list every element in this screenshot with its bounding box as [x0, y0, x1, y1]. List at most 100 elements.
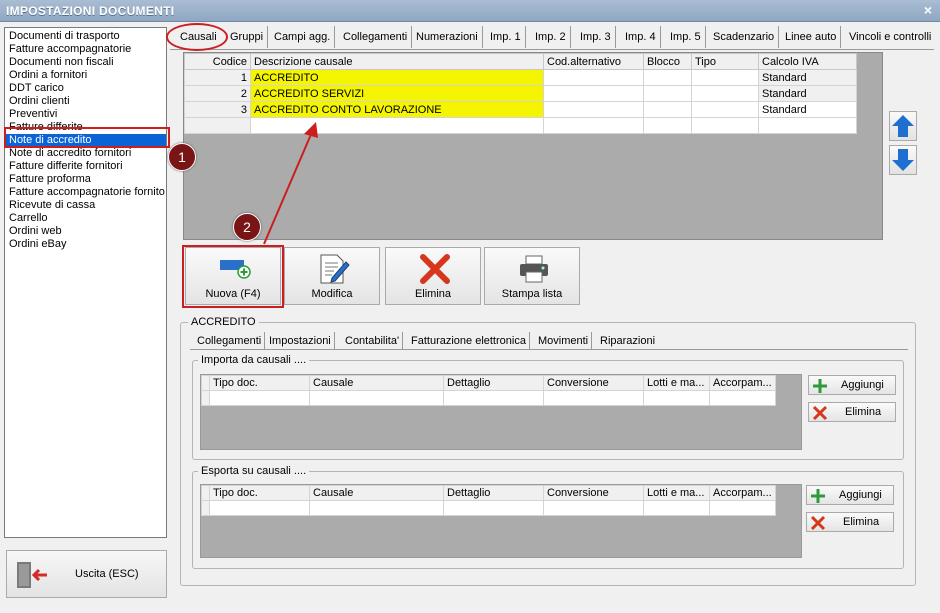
plus-icon — [813, 379, 827, 393]
cell — [543, 85, 644, 102]
cell — [643, 101, 692, 118]
col-header[interactable]: Cod.alternativo — [543, 53, 644, 70]
col-header[interactable]: Accorpam... — [709, 375, 776, 391]
export-grid[interactable]: Tipo doc. Causale Dettaglio Conversione … — [200, 484, 802, 558]
table-row[interactable]: 3 ACCREDITO CONTO LAVORAZIONE Standard — [184, 101, 857, 118]
edit-button-label: Modifica — [311, 288, 353, 300]
list-item[interactable]: Ordini eBay — [5, 238, 166, 251]
col-header[interactable]: Conversione — [543, 375, 644, 391]
import-add-button[interactable]: Aggiungi — [808, 375, 896, 395]
cell — [643, 117, 692, 134]
subtab-riparazioni[interactable]: Riparazioni — [597, 332, 658, 350]
list-item[interactable]: Fatture proforma — [5, 173, 166, 186]
main-tabs: Causali Gruppi Campi agg. Collegamenti N… — [170, 26, 934, 50]
list-item[interactable]: Preventivi — [5, 108, 166, 121]
step-1-badge: 1 — [168, 143, 196, 171]
list-item[interactable]: Fatture accompagnatorie fornito — [5, 186, 166, 199]
col-header[interactable]: Dettaglio — [443, 485, 544, 501]
tab-gruppi[interactable]: Gruppi — [226, 26, 269, 48]
list-item[interactable]: Ricevute di cassa — [5, 199, 166, 212]
selection-annotation-box — [4, 127, 170, 148]
subtab-movimenti[interactable]: Movimenti — [535, 332, 593, 350]
close-icon[interactable]: × — [924, 2, 932, 18]
tab-imp-2[interactable]: Imp. 2 — [531, 26, 571, 48]
tab-imp-1[interactable]: Imp. 1 — [486, 26, 526, 48]
grid-header-row: Tipo doc. Causale Dettaglio Conversione … — [201, 375, 776, 391]
table-row[interactable]: 2 ACCREDITO SERVIZI Standard — [184, 85, 857, 102]
import-remove-label: Elimina — [845, 406, 882, 418]
tab-campi-agg[interactable]: Campi agg. — [270, 26, 336, 48]
list-item[interactable]: Documenti di trasporto — [5, 30, 166, 43]
document-type-list[interactable]: Documenti di trasporto Fatture accompagn… — [4, 27, 167, 538]
list-item[interactable]: Fatture differite fornitori — [5, 160, 166, 173]
tab-imp-5[interactable]: Imp. 5 — [666, 26, 706, 48]
cell — [643, 69, 692, 86]
list-item[interactable]: Documenti non fiscali — [5, 56, 166, 69]
cell: Standard — [758, 69, 857, 86]
cell — [758, 117, 857, 134]
col-header[interactable]: Causale — [309, 375, 444, 391]
delete-x-icon — [812, 405, 828, 421]
col-header[interactable]: Codice — [184, 53, 251, 70]
col-header[interactable]: Dettaglio — [443, 375, 544, 391]
list-item[interactable]: Note di accredito fornitori — [5, 147, 166, 160]
tab-numerazioni[interactable]: Numerazioni — [412, 26, 483, 48]
plus-icon — [811, 489, 825, 503]
subtab-impostazioni[interactable]: Impostazioni — [266, 332, 335, 350]
col-header[interactable]: Calcolo IVA — [758, 53, 857, 70]
tab-vincoli-controlli[interactable]: Vincoli e controlli — [845, 26, 935, 48]
table-row[interactable]: 1 ACCREDITO Standard — [184, 69, 857, 86]
col-header[interactable]: Lotti e ma... — [643, 375, 710, 391]
print-list-button[interactable]: Stampa lista — [484, 247, 580, 305]
export-remove-button[interactable]: Elimina — [806, 512, 894, 532]
subtab-contabilita[interactable]: Contabilita' — [342, 332, 404, 350]
col-header[interactable]: Conversione — [543, 485, 644, 501]
export-add-label: Aggiungi — [839, 489, 882, 501]
tab-scadenzario[interactable]: Scadenzario — [709, 26, 780, 48]
table-row-new[interactable] — [184, 117, 857, 134]
delete-button[interactable]: Elimina — [385, 247, 481, 305]
move-down-button[interactable] — [889, 145, 917, 175]
col-header[interactable]: Descrizione causale — [250, 53, 544, 70]
print-list-button-label: Stampa lista — [501, 288, 563, 300]
cell — [309, 500, 444, 516]
col-header[interactable]: Accorpam... — [709, 485, 776, 501]
import-grid[interactable]: Tipo doc. Causale Dettaglio Conversione … — [200, 374, 802, 450]
cell — [309, 390, 444, 406]
list-item[interactable]: DDT carico — [5, 82, 166, 95]
list-item[interactable]: Ordini web — [5, 225, 166, 238]
tab-imp-4[interactable]: Imp. 4 — [621, 26, 661, 48]
table-row[interactable] — [201, 390, 776, 406]
step-2-badge: 2 — [233, 213, 261, 241]
table-row[interactable] — [201, 500, 776, 516]
move-up-button[interactable] — [889, 111, 917, 141]
tab-collegamenti[interactable]: Collegamenti — [339, 26, 413, 48]
list-item[interactable]: Ordini clienti — [5, 95, 166, 108]
grid-header-row: Codice Descrizione causale Cod.alternati… — [184, 53, 857, 70]
new-button-annotation-box — [182, 245, 284, 308]
col-header[interactable]: Tipo doc. — [209, 485, 310, 501]
edit-button[interactable]: Modifica — [284, 247, 380, 305]
exit-button-label: Uscita (ESC) — [75, 568, 139, 580]
row-selector-header — [201, 375, 210, 391]
exit-button[interactable]: Uscita (ESC) — [6, 550, 167, 598]
cell: 1 — [184, 69, 251, 86]
list-item[interactable]: Fatture accompagnatorie — [5, 43, 166, 56]
tab-linee-auto[interactable]: Linee auto — [781, 26, 842, 48]
cell — [184, 117, 251, 134]
col-header[interactable]: Blocco — [643, 53, 692, 70]
import-remove-button[interactable]: Elimina — [808, 402, 896, 422]
subtab-collegamenti[interactable]: Collegamenti — [194, 332, 266, 350]
list-item[interactable]: Carrello — [5, 212, 166, 225]
cell — [250, 117, 544, 134]
col-header[interactable]: Tipo doc. — [209, 375, 310, 391]
col-header[interactable]: Lotti e ma... — [643, 485, 710, 501]
causali-grid[interactable]: Codice Descrizione causale Cod.alternati… — [184, 53, 857, 134]
col-header[interactable]: Causale — [309, 485, 444, 501]
subtab-fatturazione-elettronica[interactable]: Fatturazione elettronica — [408, 332, 530, 350]
col-header[interactable]: Tipo — [691, 53, 759, 70]
list-item[interactable]: Ordini a fornitori — [5, 69, 166, 82]
cell — [709, 500, 776, 516]
export-add-button[interactable]: Aggiungi — [806, 485, 894, 505]
tab-imp-3[interactable]: Imp. 3 — [576, 26, 616, 48]
